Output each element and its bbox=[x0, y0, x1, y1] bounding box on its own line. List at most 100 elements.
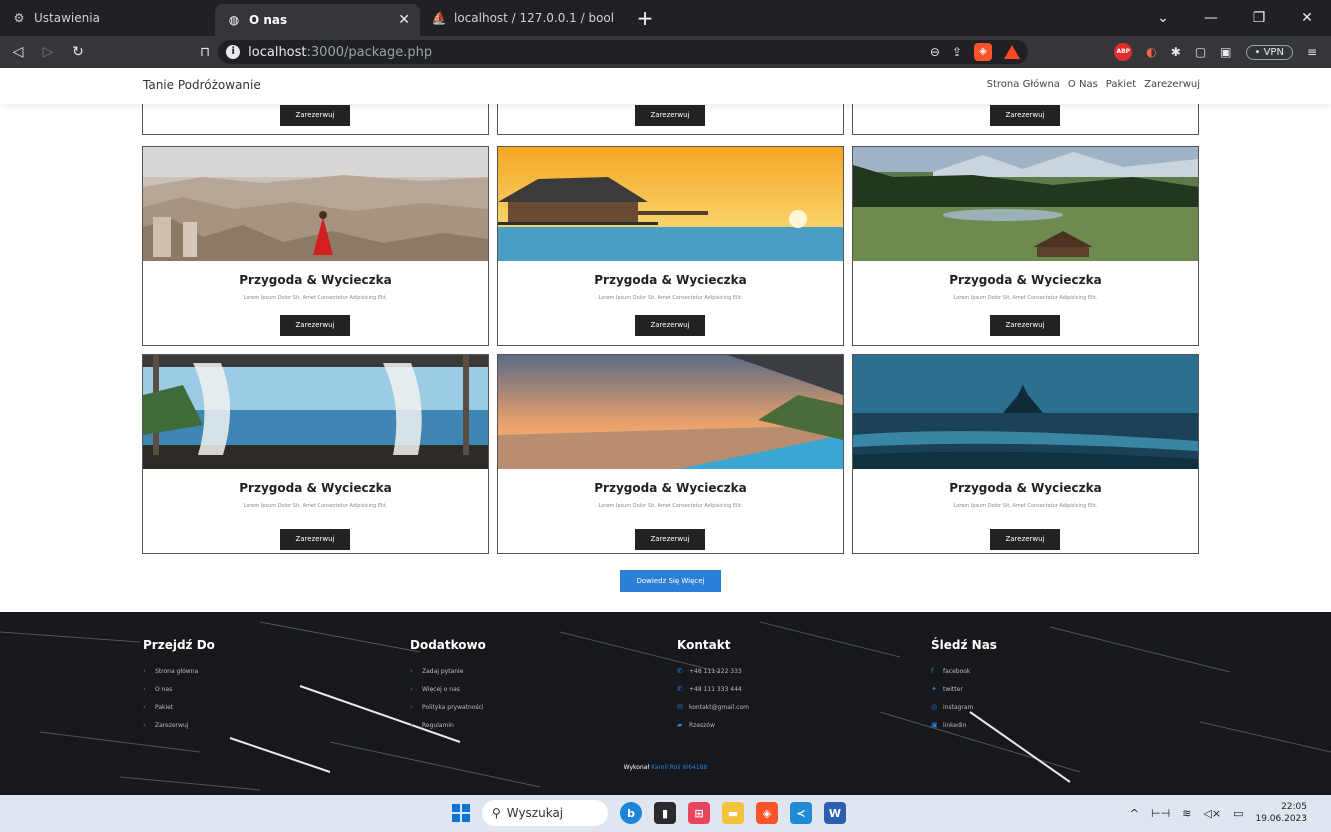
task-view-icon[interactable]: ▮ bbox=[654, 802, 676, 824]
url-field[interactable]: ⊓ i localhost:3000/package.php ⊖ ⇪ ◈ bbox=[200, 40, 1028, 64]
taskbar-search[interactable]: ⚲ Wyszukaj bbox=[482, 800, 608, 826]
phone-icon: ✆ bbox=[677, 667, 683, 675]
vpn-button[interactable]: • VPN bbox=[1245, 44, 1293, 60]
footer-link[interactable]: › Zadaj pytanie bbox=[410, 662, 486, 680]
nav-link-about[interactable]: O Nas bbox=[1068, 79, 1098, 90]
package-description: Lorem Ipsum Dolor Sit, Amet Consectetur … bbox=[243, 503, 388, 509]
book-button[interactable]: Zarezerwuj bbox=[280, 529, 350, 550]
brave-browser-icon[interactable]: ◈ bbox=[756, 802, 778, 824]
book-button[interactable]: Zarezerwuj bbox=[635, 315, 705, 336]
tab-phpmyadmin[interactable]: ⛵ localhost / 127.0.0.1 / book_db / book bbox=[420, 0, 625, 36]
clock-date: 19.06.2023 bbox=[1255, 814, 1307, 824]
package-title: Przygoda & Wycieczka bbox=[594, 481, 747, 495]
wallet-icon[interactable]: ▣ bbox=[1220, 45, 1231, 59]
footer-contact-email[interactable]: ✉ kontakt@gmail.com bbox=[677, 698, 749, 716]
nav-link-home[interactable]: Strona Główna bbox=[987, 79, 1060, 90]
book-button[interactable]: Zarezerwuj bbox=[990, 529, 1060, 550]
chevron-right-icon: › bbox=[143, 703, 146, 711]
chevron-up-icon[interactable]: ^ bbox=[1130, 807, 1139, 820]
sidebar-icon[interactable]: ▢ bbox=[1195, 45, 1206, 59]
nav-link-package[interactable]: Pakiet bbox=[1106, 79, 1136, 90]
footer-social-label: facebook bbox=[943, 667, 971, 675]
footer-social-link[interactable]: ▣ linkedin bbox=[931, 716, 997, 734]
chevron-down-icon[interactable]: ⌄ bbox=[1139, 10, 1187, 26]
footer-link[interactable]: › Strona główna bbox=[143, 662, 215, 680]
book-button[interactable]: Zarezerwuj bbox=[990, 105, 1060, 126]
footer-link-label: O nas bbox=[155, 685, 173, 693]
word-icon[interactable]: W bbox=[824, 802, 846, 824]
reload-icon[interactable]: ↻ bbox=[66, 44, 90, 60]
window-controls: ⌄ — ❐ ✕ bbox=[1139, 0, 1331, 36]
footer-contact-location[interactable]: ▰ Rzeszów bbox=[677, 716, 749, 734]
footer-social-link[interactable]: ◎ instagram bbox=[931, 698, 997, 716]
book-button[interactable]: Zarezerwuj bbox=[635, 529, 705, 550]
minimize-button[interactable]: — bbox=[1187, 10, 1235, 26]
site-brand[interactable]: Tanie Podróżowanie bbox=[143, 78, 261, 92]
footer-link[interactable]: › Więcej o nas bbox=[410, 680, 486, 698]
brave-rewards-icon[interactable] bbox=[1004, 45, 1020, 59]
footer-link[interactable]: › Pakiet bbox=[143, 698, 215, 716]
forward-icon[interactable]: ▷ bbox=[36, 44, 60, 60]
tab-o-nas[interactable]: ◍ O nas ✕ bbox=[215, 4, 420, 36]
footer-link[interactable]: › O nas bbox=[143, 680, 215, 698]
book-button[interactable]: Zarezerwuj bbox=[280, 315, 350, 336]
credit-label: Wykonał bbox=[623, 764, 650, 771]
linkedin-icon: ▣ bbox=[931, 721, 938, 729]
chevron-right-icon: › bbox=[410, 667, 413, 675]
book-button[interactable]: Zarezerwuj bbox=[990, 315, 1060, 336]
footer-social-link[interactable]: ✦ twitter bbox=[931, 680, 997, 698]
bing-icon[interactable]: b bbox=[620, 802, 642, 824]
volume-muted-icon[interactable]: ◁× bbox=[1203, 807, 1221, 820]
tab-label: O nas bbox=[249, 13, 288, 27]
bookmark-icon[interactable]: ⊓ bbox=[200, 45, 210, 60]
adblock-icon[interactable]: ABP bbox=[1114, 43, 1133, 61]
menu-icon[interactable]: ≡ bbox=[1307, 45, 1317, 59]
package-description: Lorem Ipsum Dolor Sit, Amet Consectetur … bbox=[243, 295, 388, 301]
site-info-icon[interactable]: i bbox=[226, 45, 241, 59]
back-icon[interactable]: ◁ bbox=[6, 44, 30, 60]
zoom-icon[interactable]: ⊖ bbox=[930, 45, 940, 59]
chevron-right-icon: › bbox=[410, 685, 413, 693]
footer-col-navigate: Przejdź Do › Strona główna › O nas › Pakiet… bbox=[143, 638, 215, 734]
clock[interactable]: 22:05 19.06.2023 bbox=[1255, 801, 1307, 825]
close-icon[interactable]: ✕ bbox=[398, 12, 410, 28]
footer-heading: Śledź Nas bbox=[931, 638, 997, 652]
tab-label: localhost / 127.0.0.1 / book_db / book bbox=[454, 11, 613, 25]
share-icon[interactable]: ⇪ bbox=[952, 45, 962, 59]
new-tab-button[interactable]: + bbox=[625, 0, 665, 36]
learn-more-button[interactable]: Dowiedz Się Więcej bbox=[620, 570, 721, 592]
vscode-icon[interactable]: ≺ bbox=[790, 802, 812, 824]
book-button[interactable]: Zarezerwuj bbox=[280, 105, 350, 126]
credit-author[interactable]: Kamil Roś W64188 bbox=[651, 764, 707, 771]
tab-settings[interactable]: ⚙ Ustawienia bbox=[0, 0, 215, 36]
wifi-icon[interactable]: ≋ bbox=[1182, 807, 1191, 820]
restore-button[interactable]: ❐ bbox=[1235, 10, 1283, 26]
extension-icon[interactable]: ◐ bbox=[1146, 45, 1156, 59]
footer-contact-phone[interactable]: ✆ +48 111 333 444 bbox=[677, 680, 749, 698]
footer-link[interactable]: › Regulamin bbox=[410, 716, 486, 734]
footer-social-label: linkedin bbox=[943, 721, 967, 729]
windows-start-icon[interactable] bbox=[452, 804, 470, 822]
puzzle-icon[interactable]: ✱ bbox=[1171, 45, 1181, 59]
nav-link-book[interactable]: Zarezerwuj bbox=[1144, 79, 1200, 90]
footer-social-link[interactable]: f facebook bbox=[931, 662, 997, 680]
footer-social-label: instagram bbox=[943, 703, 974, 711]
chevron-right-icon: › bbox=[143, 667, 146, 675]
package-image-terrace-sea bbox=[143, 355, 488, 469]
app-tray-icon[interactable]: ⊢⊣ bbox=[1151, 807, 1170, 820]
footer-contact-phone[interactable]: ✆ +48 111 222 333 bbox=[677, 662, 749, 680]
footer-link[interactable]: › Zarezerwuj bbox=[143, 716, 215, 734]
package-image-lake-mountains bbox=[853, 147, 1198, 261]
file-explorer-icon[interactable]: ▬ bbox=[722, 802, 744, 824]
url-host: localhost bbox=[248, 44, 307, 60]
footer-social-label: twitter bbox=[943, 685, 963, 693]
site-header: Tanie Podróżowanie Strona Główna O Nas P… bbox=[0, 68, 1331, 104]
package-description: Lorem Ipsum Dolor Sit, Amet Consectetur … bbox=[953, 295, 1098, 301]
footer-link[interactable]: › Polityka prywatności bbox=[410, 698, 486, 716]
gear-icon: ⚙ bbox=[13, 11, 25, 25]
book-button[interactable]: Zarezerwuj bbox=[635, 105, 705, 126]
battery-icon[interactable]: ▭ bbox=[1233, 807, 1243, 820]
store-icon[interactable]: ⊞ bbox=[688, 802, 710, 824]
brave-shield-icon[interactable]: ◈ bbox=[974, 43, 992, 61]
close-window-button[interactable]: ✕ bbox=[1283, 10, 1331, 26]
